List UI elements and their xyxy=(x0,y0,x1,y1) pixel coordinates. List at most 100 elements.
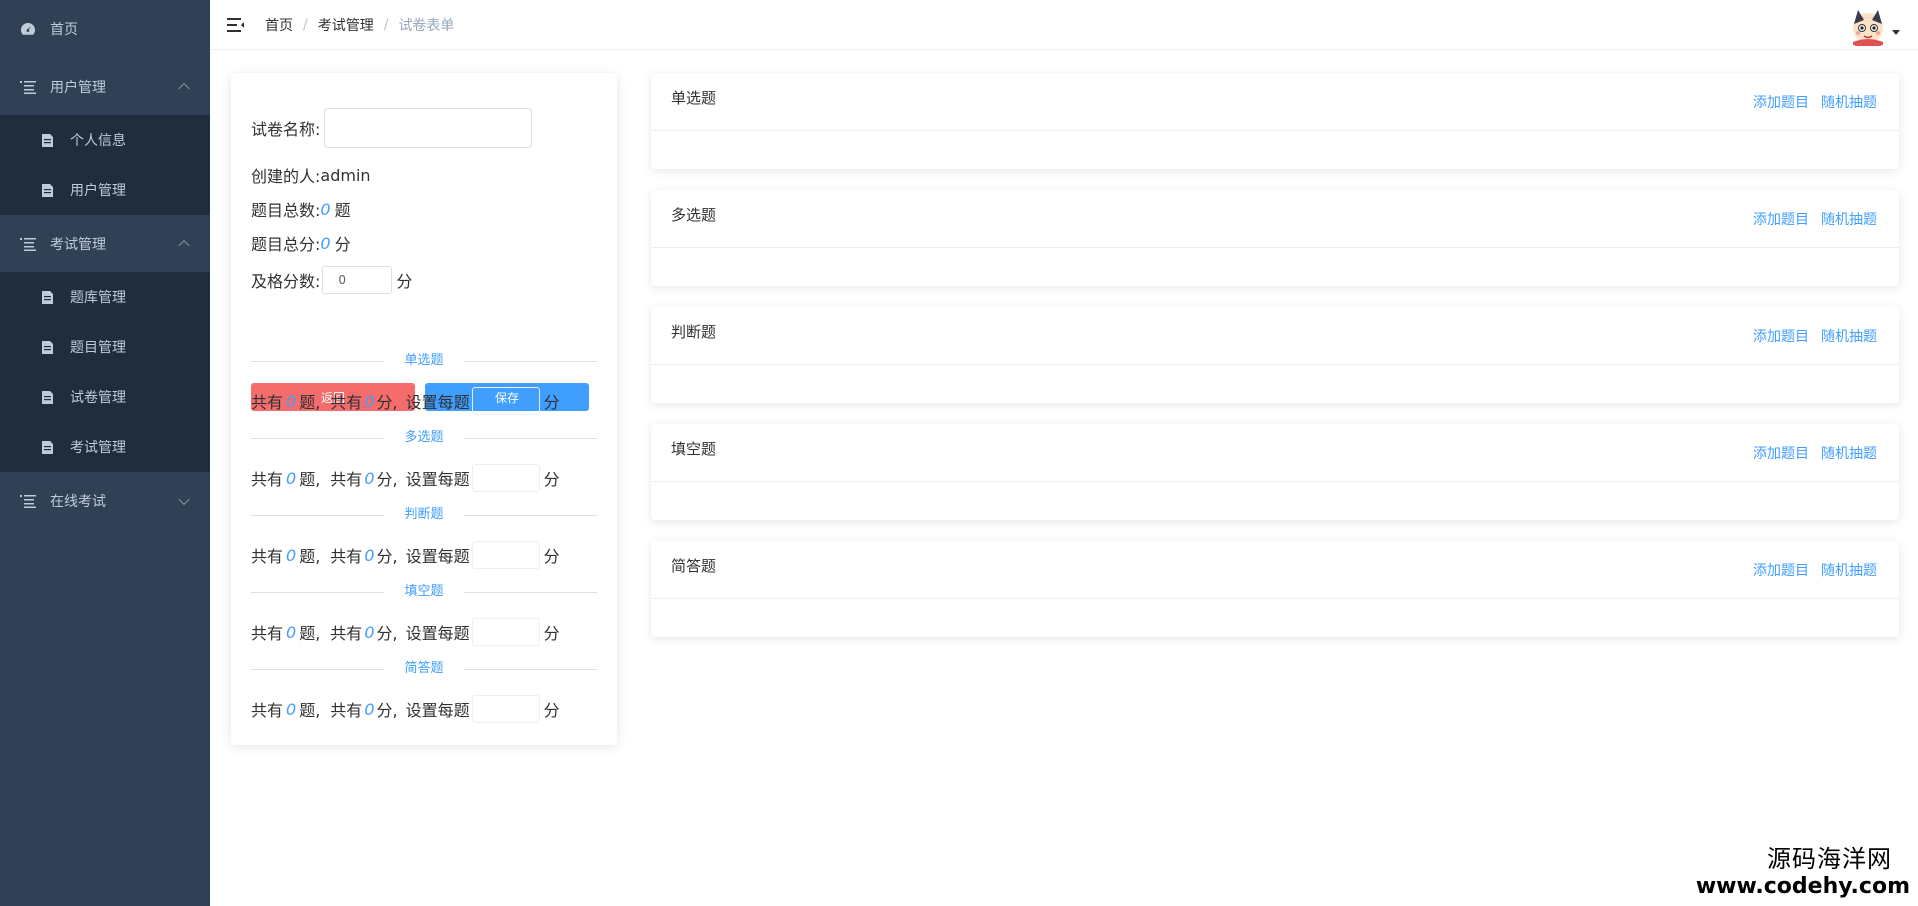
panel-actions: 添加题目 随机抽题 xyxy=(1753,443,1877,463)
total-score-value: 0 xyxy=(320,233,331,253)
panel-title: 填空题 xyxy=(671,440,717,458)
panel-actions: 添加题目 随机抽题 xyxy=(1753,560,1877,580)
sidebar-item-question-bank[interactable]: 题库管理 xyxy=(0,272,210,322)
paper-name-row: 试卷名称: xyxy=(251,108,533,148)
sidebar-item-label: 用户管理 xyxy=(70,183,126,199)
creator-row: 创建的人: admin xyxy=(251,163,371,187)
panel-actions: 添加题目 随机抽题 xyxy=(1753,92,1877,112)
breadcrumb-exam-mgmt[interactable]: 考试管理 xyxy=(318,15,374,35)
section-count: 0 xyxy=(286,699,297,719)
section-score-row: 共有 0 题, 共有 0 分, 设置每题 分 xyxy=(251,695,560,723)
sidebar-item-users[interactable]: 用户管理 xyxy=(0,165,210,215)
breadcrumb-home[interactable]: 首页 xyxy=(265,15,293,35)
document-icon xyxy=(40,183,54,197)
sidebar-item-online-exam[interactable]: 在线考试 xyxy=(0,472,210,529)
add-question-link[interactable]: 添加题目 xyxy=(1753,326,1809,346)
document-icon xyxy=(40,440,54,454)
sidebar-item-label: 试卷管理 xyxy=(70,390,126,406)
sidebar-item-label: 个人信息 xyxy=(70,133,126,149)
sidebar-item-profile[interactable]: 个人信息 xyxy=(0,115,210,165)
total-score-row: 题目总分: 0 分 xyxy=(251,231,351,255)
random-question-link[interactable]: 随机抽题 xyxy=(1821,326,1877,346)
section-count: 0 xyxy=(286,545,297,565)
sidebar-item-exam-mgmt[interactable]: 考试管理 xyxy=(0,215,210,272)
add-question-link[interactable]: 添加题目 xyxy=(1753,209,1809,229)
section-title: 单选题 xyxy=(384,351,464,371)
per-question-score-input[interactable] xyxy=(471,695,540,723)
section-score: 0 xyxy=(364,699,375,719)
list-icon xyxy=(20,236,36,252)
section-count: 0 xyxy=(286,622,297,642)
paper-name-input[interactable] xyxy=(324,108,533,148)
hamburger-icon[interactable] xyxy=(227,17,245,33)
watermark: 源码海洋网 www.codehy.com xyxy=(1696,844,1910,900)
watermark-cn: 源码海洋网 xyxy=(1767,845,1892,873)
sidebar-item-home[interactable]: 首页 xyxy=(0,0,210,58)
sidebar-item-questions[interactable]: 题目管理 xyxy=(0,322,210,372)
section-score: 0 xyxy=(364,545,375,565)
document-icon xyxy=(40,340,54,354)
panel-multi-choice: 多选题 添加题目 随机抽题 xyxy=(651,190,1899,286)
total-score-label: 题目总分: xyxy=(251,235,321,254)
sidebar-item-papers[interactable]: 试卷管理 xyxy=(0,372,210,422)
breadcrumb-separator: / xyxy=(383,16,389,33)
total-score-unit: 分 xyxy=(334,235,351,254)
section-divider-multi: 多选题 xyxy=(251,428,597,448)
panel-title: 单选题 xyxy=(671,89,717,107)
section-divider-single: 单选题 xyxy=(251,351,597,371)
creator-label: 创建的人: xyxy=(251,167,321,186)
user-dropdown[interactable] xyxy=(1848,6,1900,46)
avatar xyxy=(1848,6,1888,46)
section-count: 0 xyxy=(286,468,297,488)
sidebar-item-label: 首页 xyxy=(50,22,78,38)
section-title: 填空题 xyxy=(384,582,464,602)
panel-title: 判断题 xyxy=(671,323,717,341)
sidebar: 首页 用户管理 个人信息 用户管理 考试管理 题库管理 题目管理 试卷管理 考试… xyxy=(0,0,210,906)
breadcrumb-separator: / xyxy=(303,16,308,33)
panel-actions: 添加题目 随机抽题 xyxy=(1753,209,1877,229)
panel-fill-blank: 填空题 添加题目 随机抽题 xyxy=(651,424,1899,520)
pass-score-input[interactable]: 0 xyxy=(322,266,393,294)
random-question-link[interactable]: 随机抽题 xyxy=(1821,209,1877,229)
section-divider-short: 简答题 xyxy=(251,659,597,679)
random-question-link[interactable]: 随机抽题 xyxy=(1821,443,1877,463)
document-icon xyxy=(40,390,54,404)
panel-title: 简答题 xyxy=(671,557,717,575)
chevron-down-icon xyxy=(178,493,190,505)
watermark-url: www.codehy.com xyxy=(1695,874,1910,899)
pass-score-unit: 分 xyxy=(396,272,413,291)
add-question-link[interactable]: 添加题目 xyxy=(1753,560,1809,580)
pass-score-label: 及格分数: xyxy=(251,272,321,291)
per-question-score-input[interactable] xyxy=(471,541,540,569)
random-question-link[interactable]: 随机抽题 xyxy=(1821,92,1877,112)
panel-header: 简答题 添加题目 随机抽题 xyxy=(651,541,1899,599)
section-score-row: 共有 0 题, 共有 0 分, 设置每题 分 xyxy=(251,387,560,415)
per-question-score-input[interactable] xyxy=(471,387,540,415)
list-icon xyxy=(20,79,36,95)
paper-name-label: 试卷名称: xyxy=(251,120,321,139)
creator-value: admin xyxy=(320,165,371,185)
submenu-exam: 题库管理 题目管理 试卷管理 考试管理 xyxy=(0,272,210,472)
total-questions-unit: 题 xyxy=(334,201,351,220)
panel-true-false: 判断题 添加题目 随机抽题 xyxy=(651,307,1899,403)
add-question-link[interactable]: 添加题目 xyxy=(1753,92,1809,112)
per-question-score-input[interactable] xyxy=(471,464,540,492)
section-title: 多选题 xyxy=(384,428,464,448)
per-question-score-input[interactable] xyxy=(471,618,540,646)
section-divider-judge: 判断题 xyxy=(251,505,597,525)
sidebar-item-exams[interactable]: 考试管理 xyxy=(0,422,210,472)
sidebar-item-label: 用户管理 xyxy=(50,79,106,96)
top-navbar: 首页 / 考试管理 / 试卷表单 xyxy=(210,0,1918,50)
panel-title: 多选题 xyxy=(671,206,717,224)
panel-header: 多选题 添加题目 随机抽题 xyxy=(651,190,1899,248)
sidebar-item-user-mgmt[interactable]: 用户管理 xyxy=(0,58,210,115)
paper-form-card: 试卷名称: 创建的人: admin 题目总数: 0 题 题目总分: 0 分 及格… xyxy=(231,73,617,745)
add-question-link[interactable]: 添加题目 xyxy=(1753,443,1809,463)
sidebar-item-label: 题目管理 xyxy=(70,340,126,356)
sidebar-item-label: 题库管理 xyxy=(70,290,126,306)
document-icon xyxy=(40,133,54,147)
chevron-up-icon xyxy=(178,82,190,94)
section-score-row: 共有 0 题, 共有 0 分, 设置每题 分 xyxy=(251,464,560,492)
breadcrumb: 首页 / 考试管理 / 试卷表单 xyxy=(265,15,454,35)
random-question-link[interactable]: 随机抽题 xyxy=(1821,560,1877,580)
